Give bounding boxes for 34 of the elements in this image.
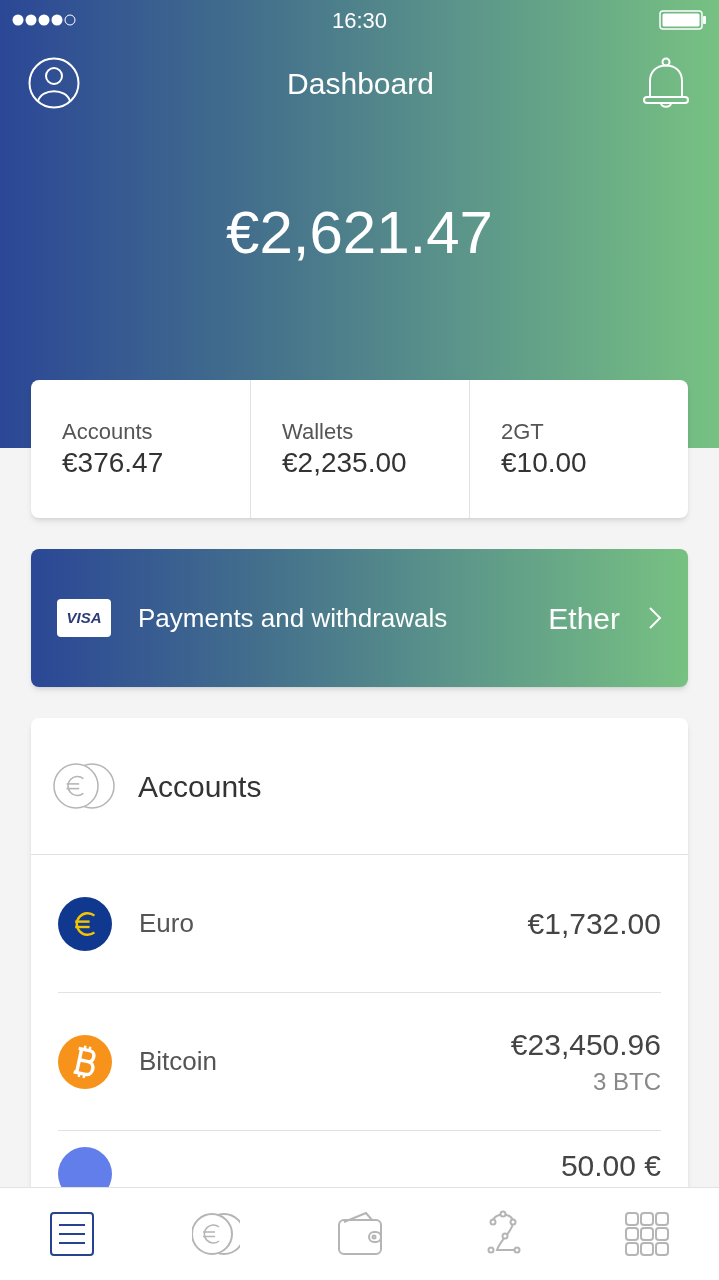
total-balance: €2,621.47 [226, 198, 493, 268]
list-icon [48, 1210, 96, 1258]
grid-icon [623, 1210, 671, 1258]
visa-card-icon: VISA [57, 599, 111, 637]
payments-banner[interactable]: VISA Payments and withdrawals Ether [31, 549, 688, 687]
chevron-right-icon [648, 606, 662, 630]
coins-icon [191, 1210, 240, 1258]
account-name: Euro [139, 907, 194, 940]
wallet-icon [335, 1210, 384, 1258]
summary-value: €2,235.00 [282, 446, 408, 481]
account-units: 3 BTC [593, 1067, 661, 1098]
coins-icon [53, 763, 115, 809]
account-name: Bitcoin [139, 1045, 218, 1078]
status-time: 16:30 [331, 6, 388, 35]
account-amount: 50.00 € [560, 1148, 661, 1184]
summary-value: €10.00 [501, 446, 588, 481]
account-amount: €1,732.00 [527, 905, 661, 942]
currency-label: Ether [548, 600, 620, 637]
user-icon [28, 57, 80, 109]
battery-icon [659, 10, 707, 30]
summary-value: €376.47 [62, 446, 165, 481]
ether-coin-icon [58, 1147, 112, 1187]
account-amount: €23,450.96 [510, 1026, 661, 1063]
summary-label: Wallets [282, 417, 355, 446]
euro-coin-icon [58, 896, 112, 951]
profile-button[interactable] [28, 57, 80, 109]
bitcoin-icon [58, 1034, 112, 1089]
summary-label: Accounts [62, 417, 154, 446]
accounts-title: Accounts [138, 768, 262, 805]
payments-label: Payments and withdrawals [138, 601, 448, 635]
bell-icon [641, 57, 691, 109]
page-title: Dashboard [287, 65, 434, 102]
summary-label: 2GT [501, 417, 545, 446]
notifications-button[interactable] [641, 57, 691, 109]
